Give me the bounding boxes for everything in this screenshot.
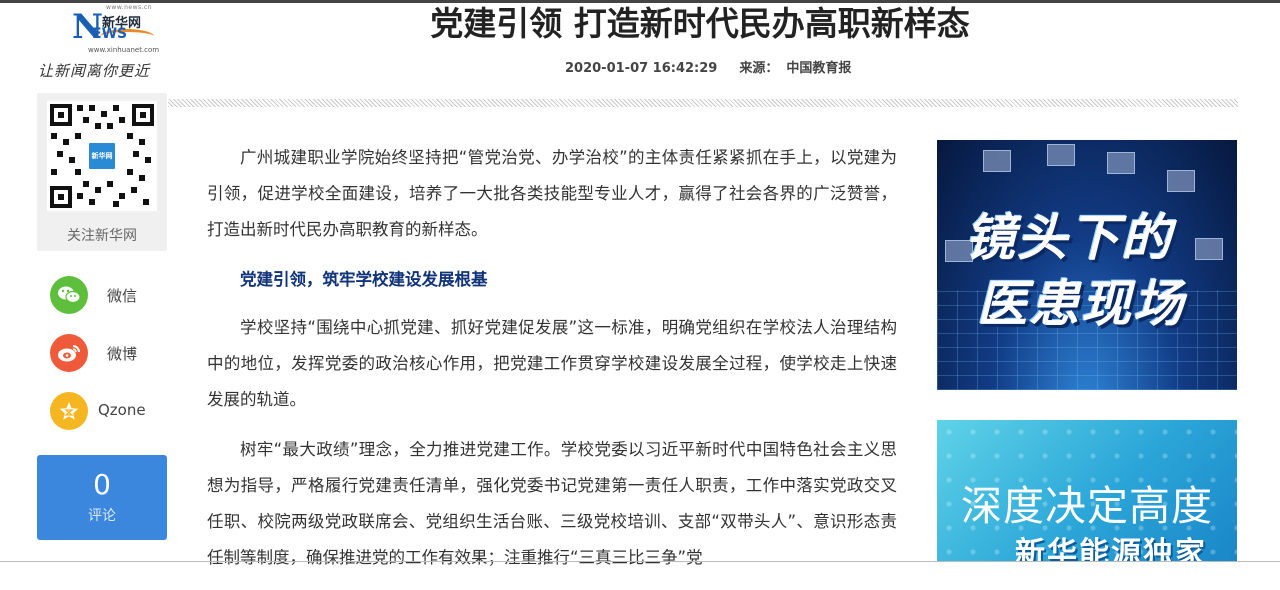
wechat-icon [50, 276, 88, 314]
qr-center-logo: 新华网 [87, 141, 117, 171]
banner-photo-tile [1047, 144, 1075, 166]
article-title: 党建引领 打造新时代民办高职新样态 [430, 4, 970, 43]
banner-energy-subtitle: 新华能源独家 [1015, 536, 1207, 561]
banner-energy[interactable]: 深度决定高度 新华能源独家 [937, 420, 1237, 561]
article-datetime: 2020-01-07 16:42:29 [565, 61, 718, 76]
share-qzone-button[interactable]: Qzone [50, 392, 170, 432]
share-weibo-label: 微博 [107, 345, 138, 363]
qr-label: 关注新华网 [67, 228, 137, 244]
share-qzone-label: Qzone [98, 401, 146, 419]
article-source: 中国教育报 [786, 61, 852, 76]
comment-button[interactable]: 0 评论 [37, 455, 167, 540]
article-body: 广州城建职业学院始终坚持把“管党治党、办学治校”的主体责任紧紧抓在手上，以党建为… [207, 140, 897, 590]
share-wechat-label: 微信 [107, 287, 138, 305]
bottom-border [0, 561, 1280, 562]
logo-letters-small: EWS [92, 26, 128, 42]
logo-url: www.xinhuanet.com [88, 46, 160, 54]
qr-card: 新华网 关注新华网 [37, 93, 167, 251]
qr-code: 新华网 [47, 101, 157, 211]
qzone-icon [50, 392, 88, 430]
article-meta: 2020-01-07 16:42:29 来源： 中国教育报 [565, 57, 851, 76]
source-label: 来源： [739, 61, 779, 76]
banner-photo-tile [1195, 238, 1223, 260]
banner-title-line2: 医患现场 [977, 275, 1185, 333]
article-subheading: 党建引领，筑牢学校建设发展根基 [240, 270, 488, 289]
comment-label: 评论 [88, 508, 116, 524]
qr-finder-bottom-left [50, 186, 72, 208]
banner-photo-tile [1107, 152, 1135, 174]
weibo-icon [50, 334, 88, 372]
banner-energy-title: 深度决定高度 [961, 482, 1213, 530]
slogan: 让新闻离你更近 [38, 62, 151, 80]
article-paragraph: 学校坚持“围绕中心抓党建、抓好党建促发展”这一标准，明确党组织在学校法人治理结构… [207, 318, 897, 409]
article-paragraph: 树牢“最大政绩”理念，全力推进党建工作。学校党委以习近平新时代中国特色社会主义思… [207, 440, 897, 567]
xinhua-logo[interactable]: www.news.cn N 新华网 EWS www.xinhuanet.com [70, 4, 180, 56]
qr-finder-top-left [50, 104, 72, 126]
logo-url-top: www.news.cn [106, 4, 153, 11]
share-wechat-button[interactable]: 微信 [50, 276, 170, 316]
top-border [0, 0, 1280, 3]
header-divider [168, 99, 1238, 107]
banner-medical-scene[interactable]: 镜头下的 医患现场 [937, 140, 1237, 390]
banner-photo-tile [983, 150, 1011, 172]
banner-photo-tile [1167, 170, 1195, 192]
article-paragraph: 广州城建职业学院始终坚持把“管党治党、办学治校”的主体责任紧紧抓在手上，以党建为… [207, 148, 897, 239]
comment-count: 0 [93, 468, 111, 501]
share-weibo-button[interactable]: 微博 [50, 334, 170, 374]
banner-title-line1: 镜头下的 [965, 209, 1173, 267]
qr-finder-top-right [132, 104, 154, 126]
